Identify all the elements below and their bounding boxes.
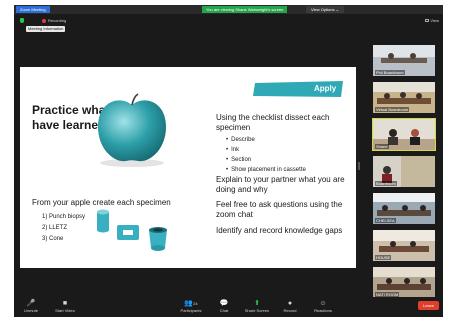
participant-tile-active-speaker[interactable]: Shane xyxy=(372,118,436,151)
punch-biopsy-icon xyxy=(97,209,109,233)
app-title: Zoom Meeting xyxy=(16,6,50,13)
reactions-label: Reactions xyxy=(314,308,332,313)
start-video-button[interactable]: ■ Start Video xyxy=(50,299,80,313)
participant-tile[interactable]: Phil Boardroom xyxy=(373,45,435,76)
specimen-step: 2) LLETZ xyxy=(42,225,68,231)
participant-name: HOUSE xyxy=(375,255,392,260)
checklist-item: Section xyxy=(226,155,306,165)
recording-label: Recording xyxy=(48,18,67,23)
recording-icon xyxy=(42,19,46,23)
meeting-toolbar: 🎤 Unmute ■ Start Video 👥24 Participants … xyxy=(14,297,443,317)
checklist-item: Ink xyxy=(226,145,306,155)
record-button[interactable]: ● Record xyxy=(275,299,305,313)
participant-name: Phil Boardroom xyxy=(375,70,405,75)
record-label: Record xyxy=(283,308,297,313)
microphone-muted-icon: 🎤 xyxy=(26,300,36,307)
specimen-step: 1) Punch biopsy xyxy=(42,214,86,220)
participant-name: CHELSEA xyxy=(375,218,396,223)
explain-instructions: Explain to your partner what you are doi… xyxy=(216,175,345,194)
specimen-steps: 1) Punch biopsy 2) LLETZ 3) Cone xyxy=(42,212,85,245)
checklist-item: Describe xyxy=(226,135,306,145)
dissect-instructions: Using the checklist dissect each specime… xyxy=(216,113,330,132)
shield-icon[interactable] xyxy=(20,18,24,23)
view-options-label: View Options xyxy=(311,7,335,12)
participants-button[interactable]: 👥24 Participants xyxy=(176,299,206,313)
chat-button[interactable]: 💬 Chat xyxy=(209,299,239,313)
title-bar: Zoom Meeting You are viewing Shane Wainw… xyxy=(14,5,443,14)
participant-tile[interactable]: CHELSEA xyxy=(373,193,435,224)
video-off-icon: ■ xyxy=(62,300,68,307)
view-button[interactable]: View xyxy=(425,17,439,24)
share-screen-label: Share Screen xyxy=(244,308,270,313)
checklist: Describe Ink Section Show placement in c… xyxy=(226,135,306,175)
grid-view-icon xyxy=(425,19,430,23)
participant-name: Virtual Boardroom xyxy=(375,107,410,112)
participant-tile[interactable]: Boardroom xyxy=(373,156,435,187)
panel-resize-handle[interactable] xyxy=(358,162,360,170)
cone-icon xyxy=(149,227,167,251)
participant-tile[interactable]: Virtual Boardroom xyxy=(373,82,435,113)
create-specimen-text: From your apple create each specimen xyxy=(32,198,171,207)
share-screen-button[interactable]: ⬆ Share Screen xyxy=(242,299,272,313)
participant-tile[interactable]: HOUSE xyxy=(373,230,435,261)
start-video-label: Start Video xyxy=(55,308,75,313)
shared-screen-slide: Practice what you have learned Apply Usi… xyxy=(20,67,356,268)
apply-label: Apply xyxy=(314,84,337,93)
zoom-window: Zoom Meeting You are viewing Shane Wainw… xyxy=(14,5,443,317)
unmute-label: Unmute xyxy=(23,308,38,313)
viewing-notice: You are viewing Shane Wainwright's scree… xyxy=(202,6,288,13)
participants-icon: 👥24 xyxy=(184,300,198,307)
view-label: View xyxy=(430,18,439,23)
specimen-step: 3) Cone xyxy=(42,236,64,242)
participant-count: 24 xyxy=(193,301,198,306)
record-icon: ● xyxy=(287,300,293,307)
checklist-item: Show placement in cassette xyxy=(226,165,306,175)
participants-label: Participants xyxy=(180,308,202,313)
view-options-button[interactable]: View Options ⌄ xyxy=(306,6,344,13)
participant-tile[interactable]: NATI ROOM xyxy=(373,267,435,298)
identify-instructions: Identify and record knowledge gaps xyxy=(216,226,343,235)
meeting-status-row: Recording View xyxy=(14,17,443,24)
chat-icon: 💬 xyxy=(219,300,229,307)
questions-instructions: Feel free to ask questions using the zoo… xyxy=(216,200,343,219)
reactions-button[interactable]: ☺ Reactions xyxy=(308,299,338,313)
share-screen-icon: ⬆ xyxy=(254,300,260,307)
leave-button[interactable]: Leave xyxy=(418,301,439,310)
apple-illustration xyxy=(98,93,166,167)
participant-name: Boardroom xyxy=(375,181,397,186)
meeting-information-tooltip: Meeting Information xyxy=(26,26,66,32)
lletz-icon xyxy=(117,225,139,240)
unmute-button[interactable]: 🎤 Unmute xyxy=(16,299,46,313)
participant-name: Shane xyxy=(375,144,389,149)
reactions-icon: ☺ xyxy=(319,300,327,307)
chat-label: Chat xyxy=(219,308,229,313)
